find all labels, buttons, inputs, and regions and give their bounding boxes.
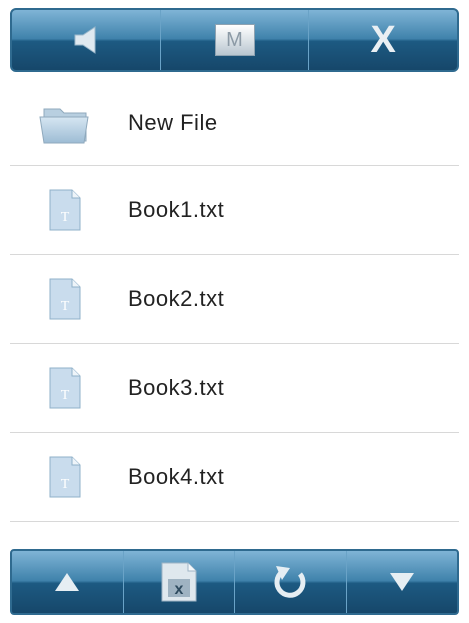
file-name: Book1.txt <box>128 197 225 222</box>
folder-icon <box>39 108 89 143</box>
close-icon: X <box>370 18 396 61</box>
text-file-icon: T <box>49 367 81 409</box>
svg-text:T: T <box>61 477 70 492</box>
text-file-icon: T <box>49 456 81 498</box>
close-button[interactable]: X <box>308 10 457 70</box>
scroll-down-button[interactable] <box>345 551 458 613</box>
file-name: Book3.txt <box>128 375 225 400</box>
list-item[interactable]: T Book3.txt <box>10 344 459 433</box>
refresh-icon <box>274 566 306 598</box>
file-name: New File <box>128 109 218 135</box>
top-toolbar: M X <box>10 8 459 72</box>
arrow-up-icon <box>55 573 80 591</box>
speaker-icon <box>74 26 96 54</box>
svg-text:x: x <box>174 581 183 598</box>
bottom-toolbar: x <box>10 549 459 615</box>
mode-label: M <box>226 28 243 51</box>
delete-file-icon: x <box>161 562 197 602</box>
scroll-up-button[interactable] <box>12 551 123 613</box>
mode-button[interactable]: M <box>159 10 309 70</box>
svg-text:T: T <box>61 210 70 225</box>
file-name: Book2.txt <box>128 286 225 311</box>
mode-icon: M <box>214 24 255 56</box>
refresh-button[interactable] <box>234 551 346 613</box>
volume-button[interactable] <box>12 10 160 70</box>
list-item[interactable]: New File <box>10 80 459 166</box>
file-name: Book4.txt <box>128 464 225 489</box>
arrow-down-icon <box>389 573 414 591</box>
list-item[interactable]: T Book1.txt <box>10 166 459 255</box>
text-file-icon: T <box>49 278 81 320</box>
svg-text:T: T <box>61 299 70 314</box>
delete-button[interactable]: x <box>122 551 235 613</box>
file-list: New File T Book1.txt T Book2.txt T Book3… <box>10 80 459 522</box>
list-item[interactable]: T Book4.txt <box>10 433 459 522</box>
text-file-icon: T <box>49 189 81 231</box>
svg-text:T: T <box>61 388 70 403</box>
list-item[interactable]: T Book2.txt <box>10 255 459 344</box>
